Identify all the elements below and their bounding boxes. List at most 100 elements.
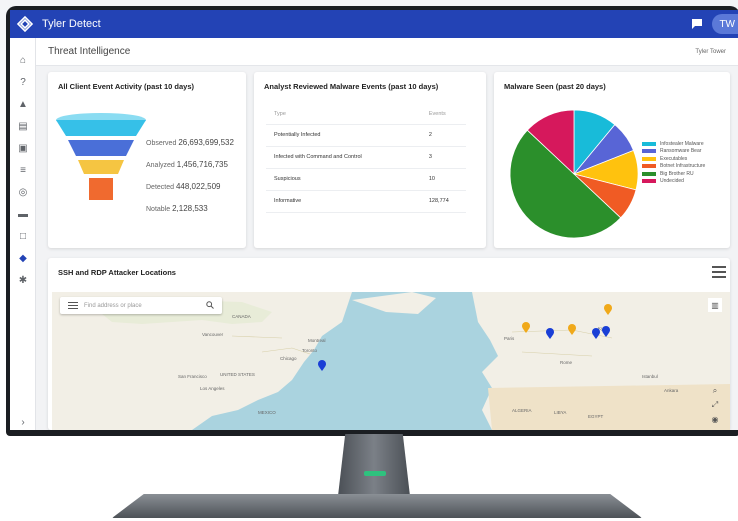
table-row[interactable]: Infected with Command and Control 3 [266,146,466,169]
legend-swatch [642,141,656,146]
legend-item[interactable]: Executables [642,155,705,163]
folder-icon[interactable]: ▬ [15,206,31,222]
map-search-box[interactable]: Find address or place [60,297,222,314]
list-icon[interactable]: ≡ [15,162,31,178]
page-title: Threat Intelligence [48,46,131,57]
document-icon[interactable]: ▤ [15,118,31,134]
map-label: LIBYA [554,410,567,415]
legend-label: Undecided [660,178,684,185]
funnel-stage-observed [56,120,146,136]
column-header: Type [266,104,421,125]
help-icon[interactable]: ? [15,74,31,90]
funnel-row-detected: Detected 448,022,509 [146,182,221,191]
card-title: SSH and RDP Attacker Locations [58,268,176,277]
location-marker[interactable] [522,322,530,333]
basemap-toggle-icon[interactable]: ▥ [708,298,722,312]
table-row[interactable]: Suspicious 10 [266,168,466,191]
monitor-screen: Tyler Detect TW ⌂? ▲ ▤ ▣ ≡ ◎ ▬ □ ◆ ✱ › Threat Inte… [10,10,738,430]
user-name[interactable]: Tyler Tower [695,49,726,55]
malware-pie-chart [509,109,639,239]
page-header: Threat Intelligence Tyler Tower [36,38,738,66]
legend-swatch [642,164,656,169]
map-label: CANADA [232,314,251,319]
legend-item[interactable]: Undecided [642,178,705,186]
legend-item[interactable]: Big Brother RU [642,170,705,178]
funnel-chart [56,113,146,200]
card-title: Analyst Reviewed Malware Events (past 10… [264,82,439,91]
map-label: Paris [504,336,515,341]
legend-item[interactable]: Botnet Infrastructure [642,163,705,171]
shield-icon[interactable]: ◆ [15,250,31,266]
map-label: Los Angeles [200,386,225,391]
map-label: EGYPT [588,414,604,419]
tyler-logo-icon[interactable] [12,10,38,38]
legend-item[interactable]: Infostealer Malware [642,140,705,148]
box-icon[interactable]: □ [15,228,31,244]
malware-events-table: Type Events Potentially Infected 2 Infec… [266,104,466,213]
map-label: UNITED STATES [220,372,255,377]
map-label: Toronto [302,348,318,353]
zoom-search-icon[interactable]: ⌕ [708,384,722,398]
home-icon[interactable]: ⌂ [15,52,31,68]
legend-item[interactable]: Ransomware Bear [642,148,705,156]
funnel-row-notable: Notable 2,128,533 [146,204,208,213]
funnel-row-observed: Observed 26,693,699,532 [146,138,234,147]
funnel-stage-analyzed [68,140,134,156]
map-label: Ankara [664,388,679,393]
funnel-stage-detected [78,160,124,174]
table-row[interactable]: Informative 128,774 [266,190,466,213]
hamburger-icon[interactable] [68,302,78,309]
location-marker[interactable] [602,326,610,337]
map-label: Vancouver [202,332,224,337]
fullscreen-icon[interactable]: ⤢ [708,398,722,412]
alert-icon[interactable]: ▲ [15,96,31,112]
table-row[interactable]: Potentially Infected 2 [266,124,466,147]
map-label: Rome [560,360,573,365]
location-marker[interactable] [318,360,326,371]
malware-events-card: Analyst Reviewed Malware Events (past 10… [254,72,486,248]
calendar-icon[interactable]: ▣ [15,140,31,156]
sidebar: ⌂? ▲ ▤ ▣ ≡ ◎ ▬ □ ◆ ✱ › [10,38,36,430]
app-title: Tyler Detect [42,18,101,30]
legend-swatch [642,156,656,161]
menu-icon[interactable] [712,266,726,278]
app-window: Tyler Detect TW ⌂? ▲ ▤ ▣ ≡ ◎ ▬ □ ◆ ✱ › Threat Inte… [0,0,738,521]
globe-icon[interactable]: ◎ [15,184,31,200]
gear-icon[interactable]: ✱ [15,272,31,288]
map-label: MEXICO [258,410,276,415]
location-marker[interactable] [604,304,612,315]
expand-sidebar-icon[interactable]: › [15,414,31,430]
monitor-stand-neck [338,434,410,496]
map-label: Montreal [308,338,326,343]
map-label: Chicago [280,356,297,361]
monitor-stand-base [112,494,642,518]
card-title: Malware Seen (past 20 days) [504,82,606,91]
locate-icon[interactable]: ◉ [708,412,722,426]
search-icon[interactable] [206,300,214,311]
legend-swatch [642,171,656,176]
map-label: ALGERIA [512,408,532,413]
card-title: All Client Event Activity (past 10 days) [58,82,195,91]
map-label: Istanbul [642,374,658,379]
legend-swatch [642,179,656,184]
location-marker[interactable] [568,324,576,335]
legend-label: Botnet Infrastructure [660,163,706,170]
map-label: San Francisco [178,374,207,379]
location-marker[interactable] [592,328,600,339]
location-marker[interactable] [546,328,554,339]
pie-legend: Infostealer Malware Ransomware Bear Execut… [642,140,705,185]
monitor-power-led [364,471,386,476]
app-bar: Tyler Detect TW [10,10,738,38]
legend-label: Infostealer Malware [660,140,704,147]
attacker-map[interactable]: Find address or place CANADA Vancouver M… [52,292,730,430]
avatar[interactable]: TW [712,14,738,34]
map-search-input[interactable]: Find address or place [84,303,206,309]
funnel-row-analyzed: Analyzed 1,456,716,735 [146,160,228,169]
legend-label: Executables [660,155,688,162]
malware-seen-card: Malware Seen (past 20 days) Infostealer … [494,72,730,248]
funnel-stage-notable [89,178,113,200]
legend-label: Big Brother RU [660,170,694,177]
table-header-row: Type Events [266,104,466,125]
event-activity-card: All Client Event Activity (past 10 days)… [48,72,246,248]
chat-icon[interactable] [690,17,704,31]
